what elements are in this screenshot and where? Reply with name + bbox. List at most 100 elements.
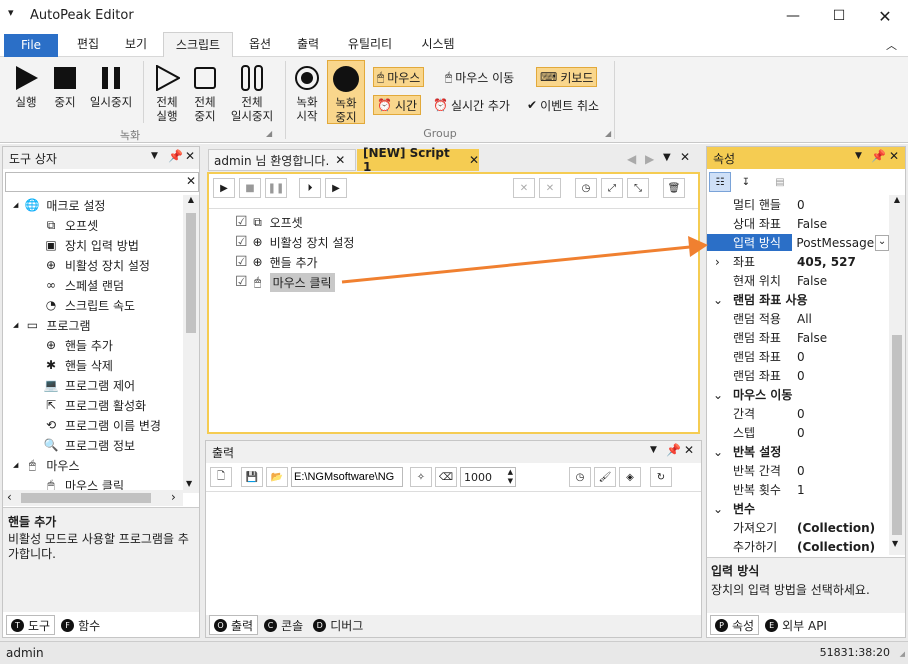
collapse-icon[interactable]: ⌄: [707, 445, 723, 459]
checkbox[interactable]: ☑: [235, 214, 248, 230]
clear-search-icon[interactable]: ✕: [186, 174, 196, 188]
pin-icon[interactable]: 📌: [666, 443, 681, 457]
property-row[interactable]: 스텝 0: [707, 423, 889, 442]
script-line[interactable]: ☑ 🖱 마우스 클릭: [235, 272, 535, 292]
tab-external-api[interactable]: E 외부 API: [761, 615, 831, 635]
menu-tab-output[interactable]: 출력: [286, 32, 330, 57]
run-all-button[interactable]: 전체 실행: [148, 63, 186, 123]
scroll-tabs-right-icon[interactable]: ▶: [645, 152, 654, 166]
folder-icon[interactable]: 📂: [266, 467, 288, 487]
script-line[interactable]: ☑ ⊕ 핸들 추가: [235, 252, 535, 272]
close-icon[interactable]: ✕: [889, 149, 899, 163]
history-icon[interactable]: ◷: [575, 178, 597, 198]
collapse-ribbon-icon[interactable]: ︿: [886, 37, 897, 53]
brush-icon[interactable]: 🖌: [594, 467, 616, 487]
property-category[interactable]: ⌄ 변수: [707, 499, 889, 518]
toolbox-item[interactable]: ▣ 장치 입력 방법: [3, 235, 183, 255]
property-row[interactable]: 좌표 › 405, 527: [707, 252, 889, 271]
dialog-launcher-icon[interactable]: ◢: [605, 129, 611, 138]
record-stop-button[interactable]: 녹화 중지: [327, 60, 365, 124]
mouse-move-toggle[interactable]: 🖱 마우스 이동: [442, 67, 517, 87]
menu-tab-options[interactable]: 옵션: [238, 32, 282, 57]
scrollbar-thumb[interactable]: [186, 213, 196, 333]
property-category[interactable]: ⌄ 랜덤 좌표 사용: [707, 290, 889, 309]
property-row[interactable]: 랜덤 좌표 False: [707, 328, 889, 347]
event-cancel-button[interactable]: ✔ 이벤트 취소: [524, 95, 602, 115]
close-tab-icon[interactable]: ✕: [469, 153, 479, 167]
property-category[interactable]: ⌄ 반복 설정: [707, 442, 889, 461]
toolbox-item[interactable]: 🔍 프로그램 정보: [3, 435, 183, 455]
tab-debug[interactable]: D 디버그: [309, 615, 367, 635]
property-row[interactable]: 멀티 핸들 0: [707, 195, 889, 214]
mouse-record-toggle[interactable]: 🖱 마우스: [373, 67, 425, 87]
property-row[interactable]: 랜덤 좌표 0: [707, 366, 889, 385]
pin-icon[interactable]: 📌: [168, 149, 183, 163]
close-icon[interactable]: ✕: [185, 149, 195, 163]
scroll-left-icon[interactable]: ‹: [7, 490, 12, 504]
toolbox-item[interactable]: ⊕ 비활성 장치 설정: [3, 255, 183, 275]
toolbox-search-input[interactable]: [6, 173, 176, 191]
pin-icon[interactable]: 📌: [871, 149, 886, 163]
toolbox-item[interactable]: ◢ 🖱 마우스: [3, 455, 183, 475]
toolbox-item[interactable]: ⧉ 오프셋: [3, 215, 183, 235]
toolbox-item[interactable]: ⊕ 핸들 추가: [3, 335, 183, 355]
scrollbar-thumb[interactable]: [21, 493, 151, 503]
menu-tab-view[interactable]: 보기: [114, 32, 158, 57]
close-icon[interactable]: ✕: [684, 443, 694, 457]
collapse-icon[interactable]: ⌄: [707, 502, 723, 516]
expand-arrow-icon[interactable]: ◢: [13, 461, 18, 469]
file-menu[interactable]: File: [4, 34, 58, 57]
dropdown-icon[interactable]: ▼: [151, 151, 158, 161]
property-row[interactable]: 가져오기 (Collection): [707, 518, 889, 537]
scroll-up-icon[interactable]: ▲: [889, 195, 905, 204]
play-icon[interactable]: ▶: [213, 178, 235, 198]
toolbox-item[interactable]: ✱ 핸들 삭제: [3, 355, 183, 375]
dropdown-icon[interactable]: ▼: [855, 151, 862, 161]
dialog-launcher-icon[interactable]: ◢: [266, 129, 272, 138]
clean-icon[interactable]: ✧: [410, 467, 432, 487]
stop-button[interactable]: 중지: [46, 63, 84, 109]
tab-functions[interactable]: F 함수: [57, 615, 104, 635]
run-selection-icon[interactable]: ▶: [325, 178, 347, 198]
maximize-button[interactable]: ☐: [816, 0, 862, 32]
property-row[interactable]: 랜덤 좌표 0: [707, 347, 889, 366]
new-file-icon[interactable]: 🗋: [210, 467, 232, 487]
run-button[interactable]: 실행: [6, 63, 46, 109]
collapse-icon[interactable]: ⌄: [707, 388, 723, 402]
checkbox[interactable]: ☑: [235, 254, 248, 270]
close-icon[interactable]: ✕: [680, 150, 690, 164]
remove-icon[interactable]: ✕: [513, 178, 535, 198]
checkbox[interactable]: ☑: [235, 274, 248, 290]
dropdown-icon[interactable]: ▼: [650, 445, 657, 455]
property-row[interactable]: 현재 위치 False: [707, 271, 889, 290]
pause-icon[interactable]: ❚❚: [265, 178, 287, 198]
fill-icon[interactable]: ◈: [619, 467, 641, 487]
menu-tab-script[interactable]: 스크립트: [163, 32, 233, 57]
close-button[interactable]: ✕: [862, 0, 908, 32]
toolbox-item[interactable]: 💻 프로그램 제어: [3, 375, 183, 395]
scroll-up-icon[interactable]: ▲: [183, 195, 199, 204]
script-line[interactable]: ☑ ⧉ 오프셋: [235, 212, 535, 232]
property-category[interactable]: ⌄ 마우스 이동: [707, 385, 889, 404]
menu-tab-system[interactable]: 시스템: [410, 32, 466, 57]
time-record-toggle[interactable]: ⏰ 시간: [373, 95, 422, 115]
checkbox[interactable]: ☑: [235, 234, 248, 250]
scroll-down-icon[interactable]: ▼: [186, 479, 192, 488]
system-menu-icon[interactable]: ▾: [8, 6, 14, 19]
scroll-right-icon[interactable]: ›: [171, 490, 176, 504]
tab-script-1[interactable]: [NEW] Script 1 ✕: [357, 146, 479, 174]
tab-tools[interactable]: T 도구: [6, 615, 56, 635]
properties-vscrollbar[interactable]: ▲ ▼: [889, 195, 905, 555]
property-row[interactable]: 입력 방식 PostMessage ⌄: [707, 233, 889, 252]
property-pages-icon[interactable]: ▤: [769, 172, 791, 192]
stop-all-button[interactable]: 전체 중지: [187, 63, 223, 123]
toolbox-item[interactable]: ⇱ 프로그램 활성화: [3, 395, 183, 415]
refresh-icon[interactable]: ↻: [650, 467, 672, 487]
property-row[interactable]: 반복 간격 0: [707, 461, 889, 480]
record-start-button[interactable]: 녹화 시작: [290, 63, 324, 123]
toolbox-hscrollbar[interactable]: ‹ ›: [3, 490, 183, 506]
resize-grip-icon[interactable]: ◢: [900, 650, 905, 658]
menu-tab-utility[interactable]: 유틸리티: [337, 32, 403, 57]
step-run-icon[interactable]: ⏵: [299, 178, 321, 198]
menu-tab-edit[interactable]: 편집: [66, 32, 110, 57]
